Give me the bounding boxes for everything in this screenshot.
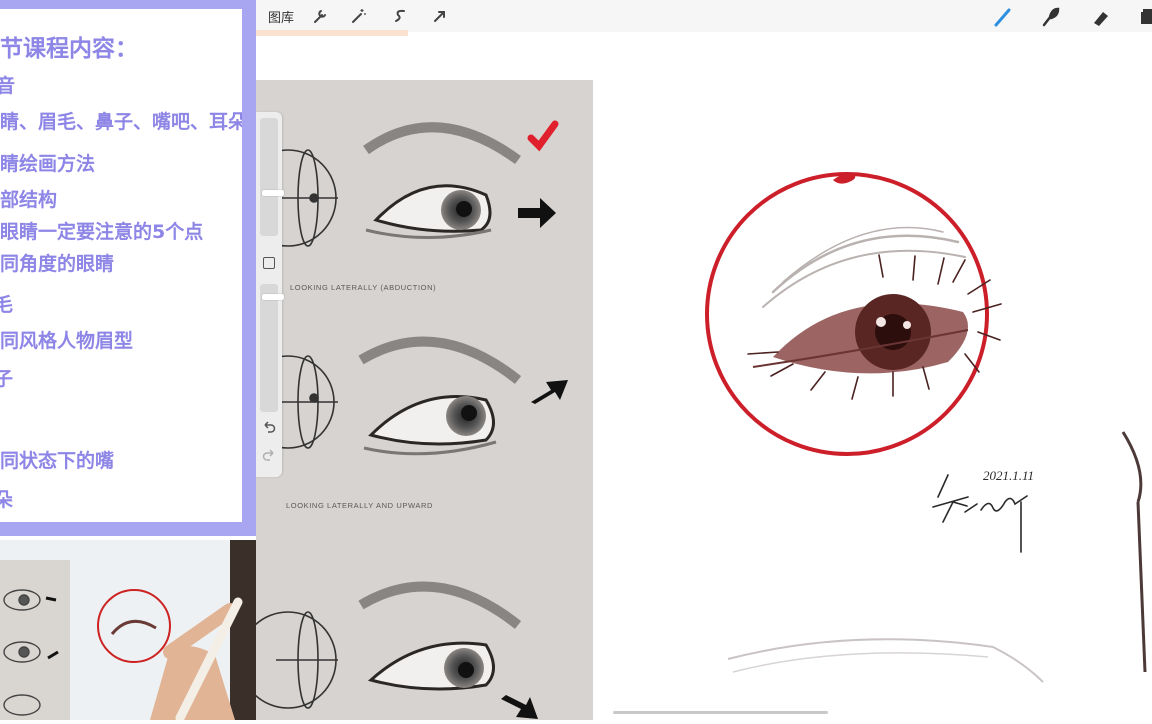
- outline-item: 睛、眉毛、鼻子、嘴吧、耳朵: [0, 111, 242, 133]
- procreate-sidebar: [256, 112, 284, 477]
- redo-icon[interactable]: [261, 448, 277, 468]
- webcam-view: [0, 540, 256, 720]
- undo-icon[interactable]: [261, 420, 277, 440]
- outline-item: 同状态下的嘴: [0, 450, 115, 472]
- outline-item: 朵: [0, 489, 14, 511]
- outline-item: 音: [0, 75, 16, 97]
- outline-title: 节课程内容：: [0, 36, 138, 62]
- layers-icon[interactable]: [1138, 6, 1152, 26]
- smudge-icon[interactable]: [1040, 6, 1060, 27]
- reference-eye-drawings: [256, 80, 593, 720]
- modify-button[interactable]: [263, 257, 275, 269]
- outline-item: 子: [0, 368, 14, 390]
- outline-item: 同风格人物眉型: [0, 330, 134, 352]
- outline-item: 毛: [0, 294, 14, 316]
- drawing-canvas[interactable]: 2021.1.11: [593, 32, 1152, 720]
- webcam-scene: [0, 540, 256, 720]
- outline-item: 同角度的眼睛: [0, 253, 115, 275]
- eraser-icon[interactable]: [1090, 6, 1110, 26]
- brush-size-thumb[interactable]: [262, 190, 284, 196]
- toolbar-accent-strip: [256, 30, 408, 36]
- canvas-scrollbar[interactable]: [613, 711, 828, 714]
- outline-item: 部结构: [0, 189, 58, 211]
- course-outline-panel: 节课程内容： 音 睛、眉毛、鼻子、嘴吧、耳朵 睛绘画方法 部结构 眼睛一定要注意…: [0, 0, 256, 536]
- magic-wand-icon[interactable]: [348, 6, 368, 26]
- opacity-thumb[interactable]: [262, 294, 284, 300]
- reference-caption: LOOKING LATERALLY AND UPWARD: [286, 501, 433, 510]
- selection-s-icon[interactable]: [390, 6, 410, 26]
- transform-arrow-icon[interactable]: [430, 6, 450, 26]
- course-outline-card: 节课程内容： 音 睛、眉毛、鼻子、嘴吧、耳朵 睛绘画方法 部结构 眼睛一定要注意…: [0, 9, 242, 522]
- opacity-slider[interactable]: [260, 284, 284, 412]
- outline-item: 眼睛一定要注意的5个点: [0, 221, 204, 243]
- canvas-artwork: 2021.1.11: [593, 32, 1152, 720]
- outline-item: 睛绘画方法: [0, 153, 96, 175]
- gallery-button[interactable]: 图库: [268, 7, 294, 26]
- reference-caption: LOOKING LATERALLY (ABDUCTION): [290, 283, 437, 292]
- signature-date: 2021.1.11: [983, 468, 1034, 483]
- procreate-toolbar: 图库: [256, 0, 1152, 36]
- wrench-icon[interactable]: [310, 6, 330, 26]
- reference-image: LOOKING LATERALLY (ABDUCTION) LOOKING LA…: [256, 80, 593, 720]
- brush-size-slider[interactable]: [260, 118, 284, 236]
- brush-icon[interactable]: [992, 6, 1012, 27]
